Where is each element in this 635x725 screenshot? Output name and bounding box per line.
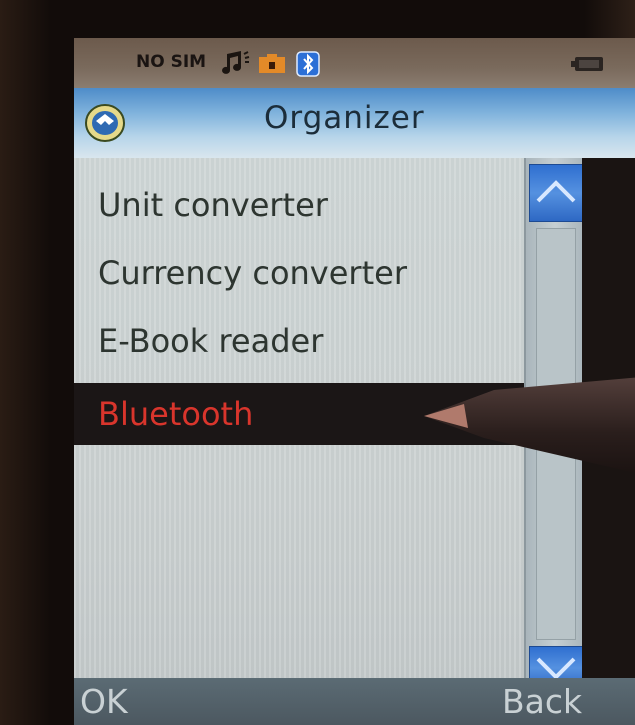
screen-edge (582, 158, 635, 678)
scroll-up-button[interactable] (529, 164, 583, 222)
music-note-icon (221, 50, 251, 80)
ok-softkey[interactable]: OK (80, 682, 128, 721)
carrier-status: NO SIM (136, 52, 207, 72)
battery-icon (571, 56, 605, 76)
menu-item-unit-converter[interactable]: Unit converter (74, 174, 524, 236)
organizer-globe-icon (84, 103, 126, 147)
phone-screen: NO SIM Organizer Unit converter Currency… (74, 38, 635, 725)
menu-item-currency-converter[interactable]: Currency converter (74, 242, 524, 304)
chevron-up-icon (536, 180, 576, 203)
menu-item-bluetooth[interactable]: Bluetooth (74, 383, 524, 445)
back-softkey[interactable]: Back (502, 682, 582, 721)
scroll-track[interactable] (536, 228, 576, 640)
menu-list: Unit converter Currency converter E-Book… (74, 158, 524, 678)
memory-card-icon (258, 54, 286, 78)
status-bar: NO SIM (74, 38, 635, 88)
scrollbar[interactable] (524, 158, 584, 690)
bluetooth-icon (296, 51, 320, 81)
menu-item-ebook-reader[interactable]: E-Book reader (74, 310, 524, 372)
softkey-bar: OK Back (74, 678, 635, 725)
page-title: Organizer (264, 100, 425, 136)
title-bar: Organizer (74, 88, 635, 158)
